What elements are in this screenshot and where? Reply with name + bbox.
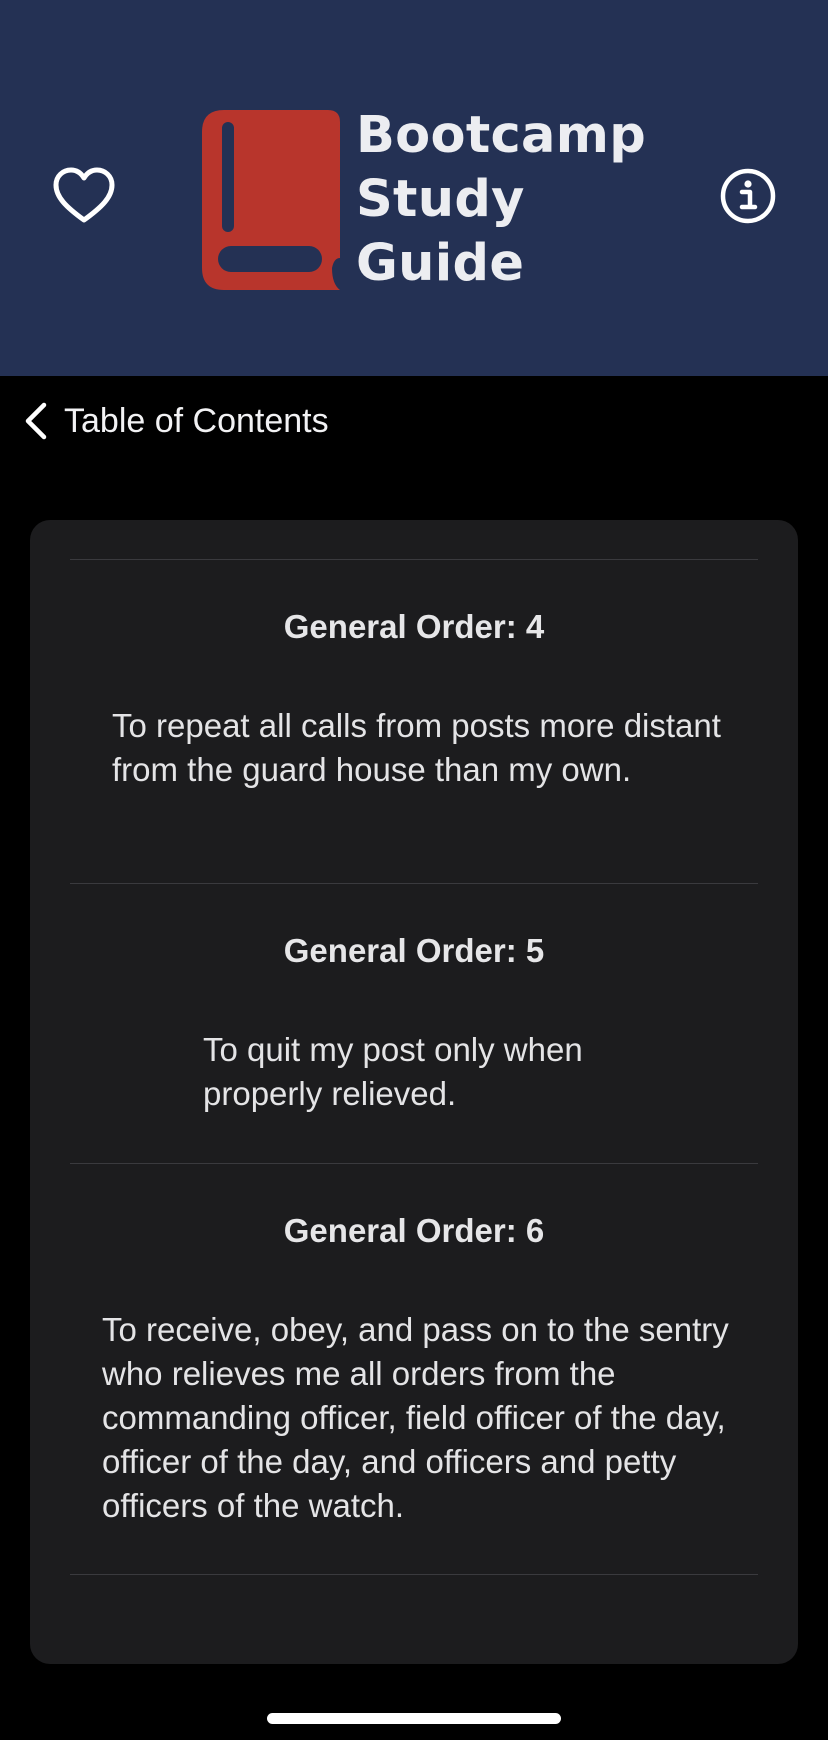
back-to-contents-button[interactable]: Table of Contents <box>22 389 329 453</box>
favorite-button[interactable] <box>46 162 122 230</box>
app-title-line-1: Bootcamp <box>356 106 647 165</box>
info-circle-icon <box>720 168 776 224</box>
divider <box>70 1163 758 1164</box>
app-title-line-2: Study <box>356 170 525 229</box>
app-title-line-3: Guide <box>356 234 525 293</box>
heart-outline-icon <box>53 167 115 223</box>
chevron-left-icon <box>25 402 47 440</box>
divider <box>70 1574 758 1575</box>
book-icon <box>202 110 340 290</box>
order-title-5: General Order: 5 <box>283 932 545 969</box>
app-brand: Bootcamp Study Guide <box>200 104 656 296</box>
order-text-6: To receive, obey, and pass on to the sen… <box>102 1311 729 1524</box>
back-label: Table of Contents <box>64 401 329 440</box>
order-text-4: To repeat all calls from posts more dist… <box>112 707 721 788</box>
home-indicator <box>267 1713 561 1724</box>
navigation-bar: Table of Contents <box>0 376 828 466</box>
order-text-5: To quit my post only when properly relie… <box>203 1031 583 1112</box>
divider <box>70 559 758 560</box>
info-button[interactable] <box>712 160 784 232</box>
order-title-6: General Order: 6 <box>283 1212 545 1249</box>
orders-card: General Order: 4 To repeat all calls fro… <box>30 520 798 1664</box>
app-header: Bootcamp Study Guide <box>0 0 828 376</box>
app-title: Bootcamp Study Guide <box>356 104 656 296</box>
divider <box>70 883 758 884</box>
order-title-4: General Order: 4 <box>283 608 545 645</box>
